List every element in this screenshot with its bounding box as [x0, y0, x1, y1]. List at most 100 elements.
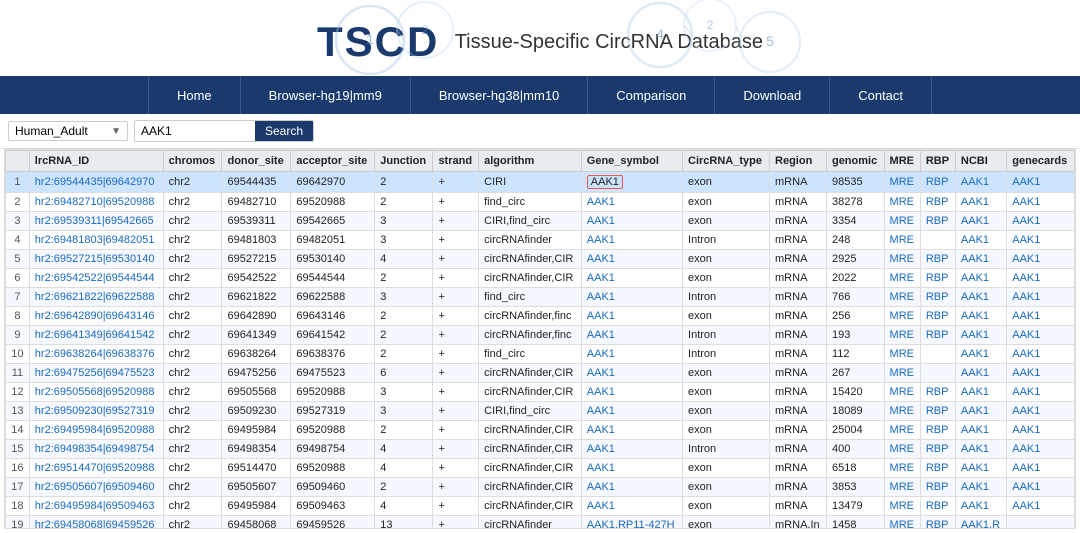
- rbp-cell[interactable]: RBP: [920, 516, 955, 530]
- genecards-link[interactable]: AAK1: [1012, 176, 1040, 188]
- rbp-cell[interactable]: [920, 364, 955, 383]
- mre-cell[interactable]: MRE: [884, 193, 920, 212]
- mre-cell[interactable]: MRE: [884, 516, 920, 530]
- nav-browser-hg19[interactable]: Browser-hg19|mm9: [241, 76, 411, 114]
- rbp-cell[interactable]: RBP: [920, 250, 955, 269]
- ncbi-link[interactable]: AAK1: [961, 367, 989, 379]
- mre-cell[interactable]: MRE: [884, 459, 920, 478]
- mre-cell[interactable]: MRE: [884, 402, 920, 421]
- rbp-link[interactable]: RBP: [926, 405, 949, 417]
- ncbi-link[interactable]: AAK1: [961, 176, 989, 188]
- nav-comparison[interactable]: Comparison: [588, 76, 715, 114]
- genecards-link[interactable]: AAK1: [1012, 329, 1040, 341]
- ncbi-link[interactable]: AAK1: [961, 329, 989, 341]
- genecards-link[interactable]: AAK1: [1012, 386, 1040, 398]
- lrcrna-id[interactable]: hr2:69475256|69475523: [29, 364, 163, 383]
- ncbi-cell[interactable]: AAK1: [955, 250, 1006, 269]
- rbp-link[interactable]: RBP: [926, 291, 949, 303]
- ncbi-cell[interactable]: AAK1: [955, 364, 1006, 383]
- genecards-link[interactable]: AAK1: [1012, 272, 1040, 284]
- ncbi-cell[interactable]: AAK1: [955, 459, 1006, 478]
- genecards-cell[interactable]: AAK1: [1007, 402, 1075, 421]
- rbp-link[interactable]: RBP: [926, 519, 949, 529]
- gene-symbol-link[interactable]: AAK1: [587, 443, 615, 455]
- lrcrna-id[interactable]: hr2:69482710|69520988: [29, 193, 163, 212]
- mre-link[interactable]: MRE: [890, 424, 914, 436]
- gene-symbol[interactable]: AAK1: [581, 212, 682, 231]
- mre-cell[interactable]: MRE: [884, 345, 920, 364]
- mre-link[interactable]: MRE: [890, 272, 914, 284]
- ncbi-link[interactable]: AAK1: [961, 405, 989, 417]
- ncbi-cell[interactable]: AAK1: [955, 231, 1006, 250]
- rbp-link[interactable]: RBP: [926, 462, 949, 474]
- rbp-cell[interactable]: RBP: [920, 172, 955, 193]
- rbp-link[interactable]: RBP: [926, 481, 949, 493]
- genecards-link[interactable]: AAK1: [1012, 424, 1040, 436]
- ncbi-link[interactable]: AAK1: [961, 253, 989, 265]
- ncbi-cell[interactable]: AAK1: [955, 326, 1006, 345]
- ncbi-cell[interactable]: AAK1: [955, 383, 1006, 402]
- mre-cell[interactable]: MRE: [884, 172, 920, 193]
- rbp-cell[interactable]: RBP: [920, 212, 955, 231]
- genecards-cell[interactable]: AAK1: [1007, 250, 1075, 269]
- lrcrna-id[interactable]: hr2:69539311|69542665: [29, 212, 163, 231]
- genecards-link[interactable]: AAK1: [1012, 196, 1040, 208]
- mre-link[interactable]: MRE: [890, 234, 914, 246]
- ncbi-cell[interactable]: AAK1: [955, 212, 1006, 231]
- ncbi-link[interactable]: AAK1: [961, 424, 989, 436]
- nav-download[interactable]: Download: [715, 76, 830, 114]
- mre-link[interactable]: MRE: [890, 215, 914, 227]
- genecards-cell[interactable]: AAK1: [1007, 326, 1075, 345]
- genecards-cell[interactable]: AAK1: [1007, 364, 1075, 383]
- nav-contact[interactable]: Contact: [830, 76, 932, 114]
- rbp-link[interactable]: RBP: [926, 176, 949, 188]
- gene-symbol[interactable]: AAK1: [581, 193, 682, 212]
- rbp-cell[interactable]: RBP: [920, 383, 955, 402]
- mre-link[interactable]: MRE: [890, 462, 914, 474]
- mre-cell[interactable]: MRE: [884, 421, 920, 440]
- mre-link[interactable]: MRE: [890, 500, 914, 512]
- genecards-link[interactable]: AAK1: [1012, 348, 1040, 360]
- genecards-cell[interactable]: AAK1: [1007, 440, 1075, 459]
- genecards-cell[interactable]: AAK1: [1007, 231, 1075, 250]
- lrcrna-id[interactable]: hr2:69544435|69642970: [29, 172, 163, 193]
- mre-link[interactable]: MRE: [890, 196, 914, 208]
- ncbi-cell[interactable]: AAK1: [955, 345, 1006, 364]
- lrcrna-id[interactable]: hr2:69621822|69622588: [29, 288, 163, 307]
- rbp-link[interactable]: RBP: [926, 443, 949, 455]
- rbp-cell[interactable]: RBP: [920, 459, 955, 478]
- rbp-cell[interactable]: RBP: [920, 402, 955, 421]
- nav-home[interactable]: Home: [148, 76, 241, 114]
- genecards-cell[interactable]: AAK1: [1007, 421, 1075, 440]
- genecards-link[interactable]: AAK1: [1012, 215, 1040, 227]
- mre-cell[interactable]: MRE: [884, 383, 920, 402]
- mre-link[interactable]: MRE: [890, 405, 914, 417]
- gene-symbol-link[interactable]: AAK1: [587, 348, 615, 360]
- gene-symbol[interactable]: AAK1: [581, 383, 682, 402]
- ncbi-cell[interactable]: AAK1,R: [955, 516, 1006, 530]
- ncbi-cell[interactable]: AAK1: [955, 307, 1006, 326]
- gene-symbol[interactable]: AAK1: [581, 440, 682, 459]
- lrcrna-id[interactable]: hr2:69641349|69641542: [29, 326, 163, 345]
- genecards-link[interactable]: AAK1: [1012, 234, 1040, 246]
- gene-symbol[interactable]: AAK1: [581, 326, 682, 345]
- rbp-link[interactable]: RBP: [926, 272, 949, 284]
- gene-symbol-link[interactable]: AAK1: [587, 386, 615, 398]
- ncbi-link[interactable]: AAK1: [961, 462, 989, 474]
- gene-symbol[interactable]: AAK1: [581, 478, 682, 497]
- genecards-link[interactable]: AAK1: [1012, 500, 1040, 512]
- rbp-cell[interactable]: RBP: [920, 478, 955, 497]
- genecards-link[interactable]: AAK1: [1012, 367, 1040, 379]
- ncbi-cell[interactable]: AAK1: [955, 402, 1006, 421]
- ncbi-link[interactable]: AAK1: [961, 443, 989, 455]
- ncbi-cell[interactable]: AAK1: [955, 193, 1006, 212]
- mre-cell[interactable]: MRE: [884, 212, 920, 231]
- gene-symbol[interactable]: AAK1: [581, 402, 682, 421]
- genecards-link[interactable]: AAK1: [1012, 443, 1040, 455]
- gene-symbol-link[interactable]: AAK1: [587, 462, 615, 474]
- rbp-cell[interactable]: [920, 231, 955, 250]
- lrcrna-id[interactable]: hr2:69495984|69520988: [29, 421, 163, 440]
- ncbi-link[interactable]: AAK1: [961, 215, 989, 227]
- gene-symbol[interactable]: AAK1: [581, 288, 682, 307]
- gene-symbol-link[interactable]: AAK1: [587, 500, 615, 512]
